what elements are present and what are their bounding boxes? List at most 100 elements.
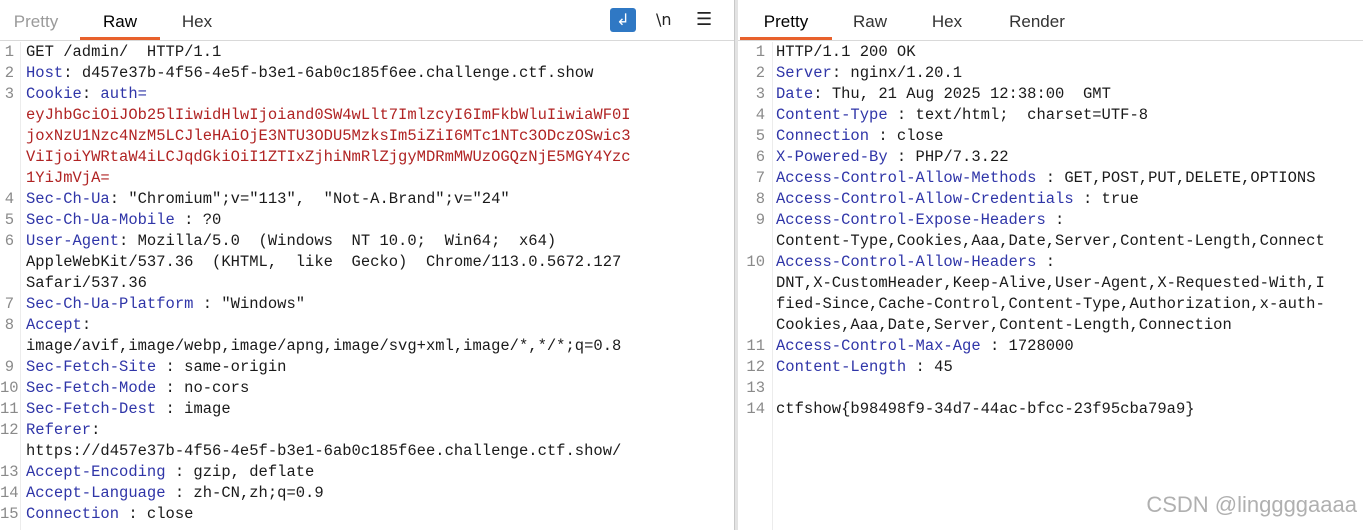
header-name: Sec-Fetch-Dest	[26, 400, 157, 418]
header-value: fied-Since,Cache-Control,Content-Type,Au…	[776, 295, 1325, 313]
header-name: Access-Control-Expose-Headers	[776, 211, 1046, 229]
watermark: CSDN @linggggaaaa	[1146, 492, 1357, 517]
line-text: X-Powered-By : PHP/7.3.22	[776, 147, 1009, 168]
line-text: Sec-Fetch-Dest : image	[26, 399, 231, 420]
line-text: Access-Control-Max-Age : 1728000	[776, 336, 1074, 357]
header-name: X-Powered-By	[776, 148, 888, 166]
line-text: Host: d457e37b-4f56-4e5f-b3e1-6ab0c185f6…	[26, 63, 593, 84]
code-line: 1YiJmVjA=	[0, 168, 734, 189]
cookie-value: eyJhbGciOiJOb25lIiwidHlwIjoiand0SW4wLlt7…	[26, 106, 631, 124]
line-text: Content-Length : 45	[776, 357, 953, 378]
header-value: : "Windows"	[193, 295, 306, 313]
line-text: Accept-Encoding : gzip, deflate	[26, 462, 314, 483]
line-number: 4	[4, 190, 14, 208]
header-name: Accept-Encoding	[26, 463, 166, 481]
word-wrap-icon[interactable]: ↲	[610, 8, 636, 32]
header-name: Cookie	[26, 85, 82, 103]
header-value: : true	[1073, 190, 1139, 208]
code-line: 14 ctfshow{b98498f9-34d7-44ac-bfcc-23f95c…	[738, 399, 1363, 420]
line-text: Access-Control-Expose-Headers :	[776, 210, 1064, 231]
header-name: Referer	[26, 421, 92, 439]
code-line: 13 Accept-Encoding : gzip, deflate	[0, 462, 734, 483]
header-name: Content-Type	[776, 106, 888, 124]
code-line: 9 Access-Control-Expose-Headers :	[738, 210, 1363, 231]
code-line: 12 Content-Length : 45	[738, 357, 1363, 378]
line-number: 8	[755, 190, 765, 208]
line-number: 12	[746, 358, 765, 376]
line-number: 1	[4, 43, 14, 61]
response-tab-hex[interactable]: Hex	[924, 0, 970, 38]
code-line: 11 Sec-Fetch-Dest : image	[0, 399, 734, 420]
response-tab-render[interactable]: Render	[1004, 0, 1070, 38]
line-text: Access-Control-Allow-Credentials : true	[776, 189, 1139, 210]
code-line: 6 User-Agent: Mozilla/5.0 (Windows NT 10.…	[0, 231, 734, 252]
line-number: 14	[746, 400, 765, 418]
code-line: 3 Date: Thu, 21 Aug 2025 12:38:00 GMT	[738, 84, 1363, 105]
header-name: Access-Control-Allow-Credentials	[776, 190, 1074, 208]
response-tab-raw[interactable]: Raw	[846, 0, 894, 38]
header-name: Access-Control-Allow-Headers	[776, 253, 1037, 271]
line-text: Sec-Ch-Ua-Platform : "Windows"	[26, 294, 305, 315]
line-number: 15	[0, 505, 19, 523]
header-name: Access-Control-Allow-Methods	[776, 169, 1037, 187]
header-value: : Mozilla/5.0 (Windows NT 10.0; Win64; x…	[119, 232, 557, 250]
line-text: Cookie: auth=	[26, 84, 147, 105]
request-tab-raw[interactable]: Raw	[80, 0, 160, 40]
line-number: 14	[0, 484, 19, 502]
line-text: eyJhbGciOiJOb25lIiwidHlwIjoiand0SW4wLlt7…	[26, 105, 631, 126]
line-text: fied-Since,Cache-Control,Content-Type,Au…	[776, 294, 1325, 315]
line-number: 12	[0, 421, 19, 439]
code-line: 4 Content-Type : text/html; charset=UTF-8	[738, 105, 1363, 126]
line-text: https://d457e37b-4f56-4e5f-b3e1-6ab0c185…	[26, 441, 621, 462]
request-editor[interactable]: 1 GET /admin/ HTTP/1.1 2 Host: d457e37b-4f5…	[0, 42, 734, 530]
show-newlines-toggle[interactable]: \n	[656, 8, 672, 32]
request-tab-hex[interactable]: Hex	[172, 0, 222, 38]
header-value: :	[81, 85, 101, 103]
line-text: Cookies,Aaa,Date,Server,Content-Length,C…	[776, 315, 1232, 336]
code-line: 8 Access-Control-Allow-Credentials : true	[738, 189, 1363, 210]
code-line: 8 Accept:	[0, 315, 734, 336]
code-line: image/avif,image/webp,image/apng,image/s…	[0, 336, 734, 357]
line-text: ctfshow{b98498f9-34d7-44ac-bfcc-23f95cba…	[776, 399, 1195, 420]
header-value: : no-cors	[156, 379, 250, 397]
line-number: 6	[4, 232, 14, 250]
header-name: Content-Length	[776, 358, 907, 376]
header-name: Server	[776, 64, 832, 82]
header-value: :	[91, 421, 101, 439]
code-line: 9 Sec-Fetch-Site : same-origin	[0, 357, 734, 378]
response-editor[interactable]: 1 HTTP/1.1 200 OK 2 Server: nginx/1.20.1 3 Da…	[738, 42, 1363, 530]
request-tab-bar: Pretty Raw Hex ↲ \n ☰	[0, 0, 734, 41]
code-line: 2 Host: d457e37b-4f56-4e5f-b3e1-6ab0c185f…	[0, 63, 734, 84]
header-value: :	[1036, 253, 1056, 271]
line-number: 13	[746, 379, 765, 397]
line-text: HTTP/1.1 200 OK	[776, 42, 916, 63]
header-value: :	[81, 316, 92, 334]
request-tab-pretty[interactable]: Pretty	[4, 0, 68, 38]
menu-icon[interactable]: ☰	[696, 8, 712, 32]
code-line: Safari/537.36	[0, 273, 734, 294]
response-tab-pretty[interactable]: Pretty	[740, 0, 832, 40]
header-value: AppleWebKit/537.36 (KHTML, like Gecko) C…	[26, 253, 622, 271]
line-text: Content-Type : text/html; charset=UTF-8	[776, 105, 1148, 126]
header-name: auth=	[100, 85, 147, 103]
line-text: image/avif,image/webp,image/apng,image/s…	[26, 336, 621, 357]
code-line: Cookies,Aaa,Date,Server,Content-Length,C…	[738, 315, 1363, 336]
header-value: : nginx/1.20.1	[831, 64, 963, 82]
header-value: : ?0	[174, 211, 222, 229]
line-text: 1YiJmVjA=	[26, 168, 110, 189]
line-text: User-Agent: Mozilla/5.0 (Windows NT 10.0…	[26, 231, 556, 252]
header-value: : PHP/7.3.22	[887, 148, 1009, 166]
code-line: 13	[738, 378, 1363, 399]
header-value: : same-origin	[156, 358, 287, 376]
code-line: 10 Sec-Fetch-Mode : no-cors	[0, 378, 734, 399]
header-name: Sec-Fetch-Site	[26, 358, 157, 376]
line-text: AppleWebKit/537.36 (KHTML, like Gecko) C…	[26, 252, 621, 273]
line-text: Sec-Fetch-Mode : no-cors	[26, 378, 249, 399]
code-line: 7 Access-Control-Allow-Methods : GET,POST…	[738, 168, 1363, 189]
line-text: Access-Control-Allow-Headers :	[776, 252, 1055, 273]
header-value: : 45	[906, 358, 953, 376]
header-value: : close	[119, 505, 194, 523]
header-value: Cookies,Aaa,Date,Server,Content-Length,C…	[776, 316, 1232, 334]
code-line: 4 Sec-Ch-Ua: "Chromium";v="113", "Not-A.B…	[0, 189, 734, 210]
header-value: : GET,POST,PUT,DELETE,OPTIONS	[1036, 169, 1316, 187]
